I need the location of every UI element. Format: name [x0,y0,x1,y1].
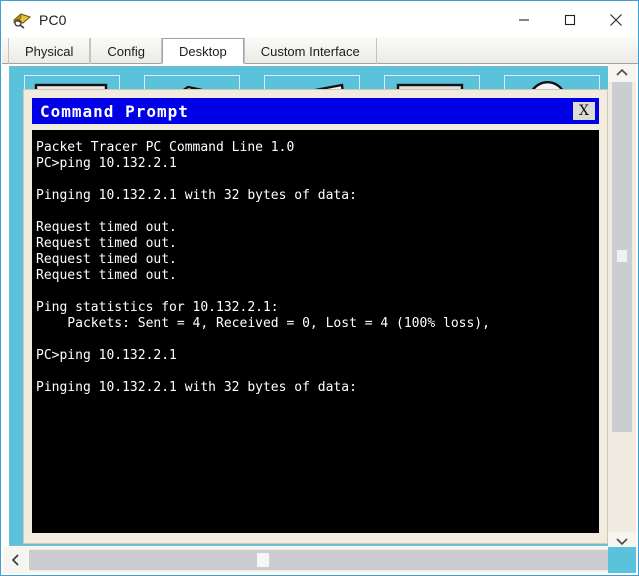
terminal-line: Pinging 10.132.2.1 with 32 bytes of data… [36,188,357,203]
vertical-scroll-thumb[interactable] [612,82,632,432]
tab-physical[interactable]: Physical [8,38,91,64]
minimize-button[interactable] [501,3,547,37]
terminal-line: Request timed out. [36,236,177,251]
window-titlebar: PC0 [2,2,638,37]
pc0-window: PC0 Physical Config Desktop Custom Inter… [0,0,639,576]
vertical-scroll-track[interactable] [608,82,636,532]
horizontal-scroll-track[interactable] [29,549,612,571]
scroll-thumb-grip [257,553,269,567]
command-prompt-title: Command Prompt [40,101,189,121]
tab-physical-label: Physical [25,43,74,59]
terminal-line: Pinging 10.132.2.1 with 32 bytes of data… [36,380,357,395]
window-title-area: PC0 [2,2,501,37]
tab-custom-interface[interactable]: Custom Interface [243,38,377,64]
scroll-up-button[interactable] [608,64,636,82]
maximize-button[interactable] [547,3,593,37]
terminal-line: Packet Tracer PC Command Line 1.0 [36,140,295,155]
chevron-left-icon [11,554,19,566]
tab-config[interactable]: Config [90,38,162,64]
command-prompt-titlebar: Command Prompt X [32,98,599,124]
terminal-line: Request timed out. [36,268,177,283]
desktop-pane: Command Prompt X Packet Tracer PC Comman… [3,64,638,575]
window-controls [501,2,638,37]
terminal-line: Ping statistics for 10.132.2.1: [36,300,279,315]
packet-tracer-icon [12,11,32,29]
scrollbar-corner [608,547,636,573]
scroll-thumb-grip [617,250,627,262]
chevron-up-icon [616,68,628,76]
chevron-down-icon [616,538,628,546]
window-title-text: PC0 [39,11,67,28]
terminal-line: PC>ping 10.132.2.1 [36,348,177,363]
terminal-line: Packets: Sent = 4, Received = 0, Lost = … [36,316,490,331]
scroll-left-button[interactable] [3,547,29,573]
tab-bar: Physical Config Desktop Custom Interface [2,37,638,64]
horizontal-scroll-thumb[interactable] [29,550,612,570]
horizontal-scrollbar[interactable] [3,547,638,573]
command-prompt-window: Command Prompt X Packet Tracer PC Comman… [23,89,608,544]
terminal-output[interactable]: Packet Tracer PC Command Line 1.0 PC>ping… [32,130,599,533]
tab-desktop-label: Desktop [179,43,227,59]
tab-desktop[interactable]: Desktop [162,38,244,64]
tab-config-label: Config [107,43,145,59]
close-button[interactable] [593,3,638,37]
tab-custom-interface-label: Custom Interface [260,43,360,59]
terminal-line: PC>ping 10.132.2.1 [36,156,177,171]
command-prompt-close-button[interactable]: X [571,100,597,122]
terminal-line: Request timed out. [36,252,177,267]
terminal-line: Request timed out. [36,220,177,235]
vertical-scrollbar[interactable] [608,64,636,550]
